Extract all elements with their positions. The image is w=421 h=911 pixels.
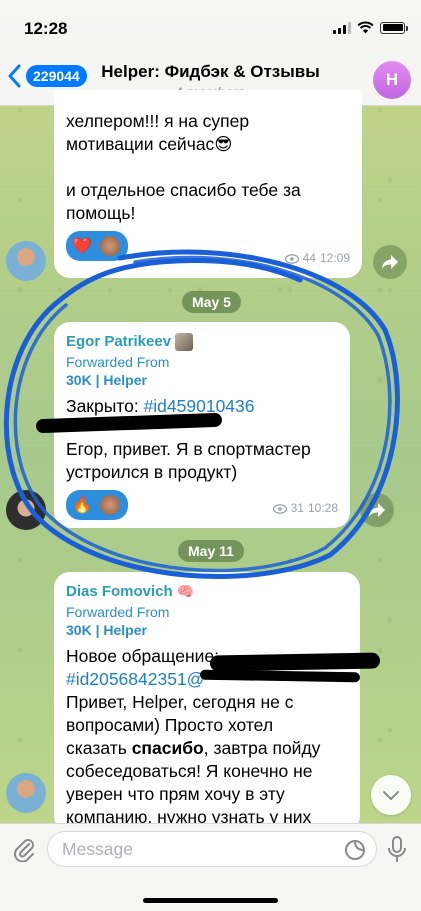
message-bubble[interactable]: хелпером!!! я на супер мотивации сейчас😎… <box>54 90 362 278</box>
closed-label: Закрыто: <box>66 396 139 416</box>
status-icons <box>333 21 408 34</box>
message-text-line: и отдельное спасибо тебе за <box>66 180 301 200</box>
message-text-line: Егор, привет. Я в спортмастер <box>66 439 311 459</box>
message-text-line: уверен что прям хочу в эту <box>66 784 285 804</box>
redaction-mark <box>209 652 381 672</box>
share-icon <box>382 255 398 269</box>
sender-name-text: Egor Patrikeev <box>66 333 172 350</box>
avatar[interactable] <box>6 773 46 813</box>
signal-icon <box>333 21 351 34</box>
forwarded-label: Forwarded From <box>66 354 170 370</box>
message-meta: 44 12:09 <box>284 247 350 270</box>
view-count: 44 <box>302 251 316 265</box>
view-count: 31 <box>290 501 304 515</box>
reactions-bar[interactable]: ❤️ <box>66 231 128 261</box>
scroll-to-bottom-button[interactable] <box>371 775 411 815</box>
forwarded-from[interactable]: 30K | Helper <box>66 621 348 639</box>
wifi-icon <box>357 21 374 34</box>
message-text-line: устроился в продукт) <box>66 462 238 482</box>
avatar[interactable] <box>6 490 46 530</box>
reaction-user-avatar <box>97 234 122 258</box>
message-text-line: помощь! <box>66 203 136 223</box>
forwarded-from[interactable]: 30K | Helper <box>66 371 338 389</box>
status-time: 12:28 <box>24 19 68 38</box>
message-time: 10:28 <box>307 501 338 515</box>
share-button[interactable] <box>360 493 394 527</box>
message-field[interactable] <box>47 831 377 867</box>
sender-name[interactable]: Dias Fomovich 🧠 <box>66 580 348 603</box>
message-text-line: сказать спасибо, завтра пойду <box>66 738 321 758</box>
sticker-icon[interactable] <box>344 839 366 861</box>
status-bar: 12:28 <box>0 0 421 52</box>
message-text-line: собеседоваться! Я конечно не <box>66 761 313 781</box>
forwarded-label: Forwarded From <box>66 604 170 620</box>
sender-emoji-icon <box>175 332 194 351</box>
reactions-bar[interactable]: 🔥 <box>66 490 128 520</box>
message-text-line: хелпером!!! я на супер <box>66 111 250 131</box>
message-text-line: мотивации сейчас😎 <box>66 134 233 154</box>
reaction-emoji: 🔥 <box>72 496 92 514</box>
eye-icon <box>272 503 287 514</box>
date-separator: May 11 <box>178 540 244 562</box>
message-time: 12:09 <box>319 251 350 265</box>
share-icon <box>369 503 385 517</box>
reaction-emoji: ❤️ <box>72 237 92 255</box>
chevron-down-icon <box>383 790 399 800</box>
message-bubble[interactable]: Dias Fomovich 🧠 Forwarded From 30K | Hel… <box>54 572 360 832</box>
chat-avatar[interactable]: H <box>373 61 411 99</box>
avatar[interactable] <box>6 241 46 281</box>
message-input[interactable] <box>48 832 328 866</box>
microphone-icon[interactable] <box>387 836 407 864</box>
reaction-user-avatar <box>97 493 122 517</box>
sender-name[interactable]: Egor Patrikeev <box>66 330 338 353</box>
message-input-bar <box>0 823 421 911</box>
chat-title[interactable]: Helper: Фидбэк & Отзывы <box>0 62 421 82</box>
paperclip-icon[interactable] <box>12 836 36 862</box>
eye-icon <box>284 253 299 264</box>
message-meta: 31 10:28 <box>272 497 338 520</box>
sender-name-text: Dias Fomovich <box>66 583 173 600</box>
ticket-link[interactable]: #id2056842351@ <box>66 669 204 689</box>
message-text-line: вопросами) Просто хотел <box>66 715 274 735</box>
message-text-line: Привет, Helper, сегодня не с <box>66 692 294 712</box>
date-separator: May 5 <box>182 291 241 313</box>
battery-icon <box>380 21 408 34</box>
home-indicator <box>143 898 278 903</box>
sender-emoji: 🧠 <box>176 583 195 599</box>
share-button[interactable] <box>373 245 407 279</box>
